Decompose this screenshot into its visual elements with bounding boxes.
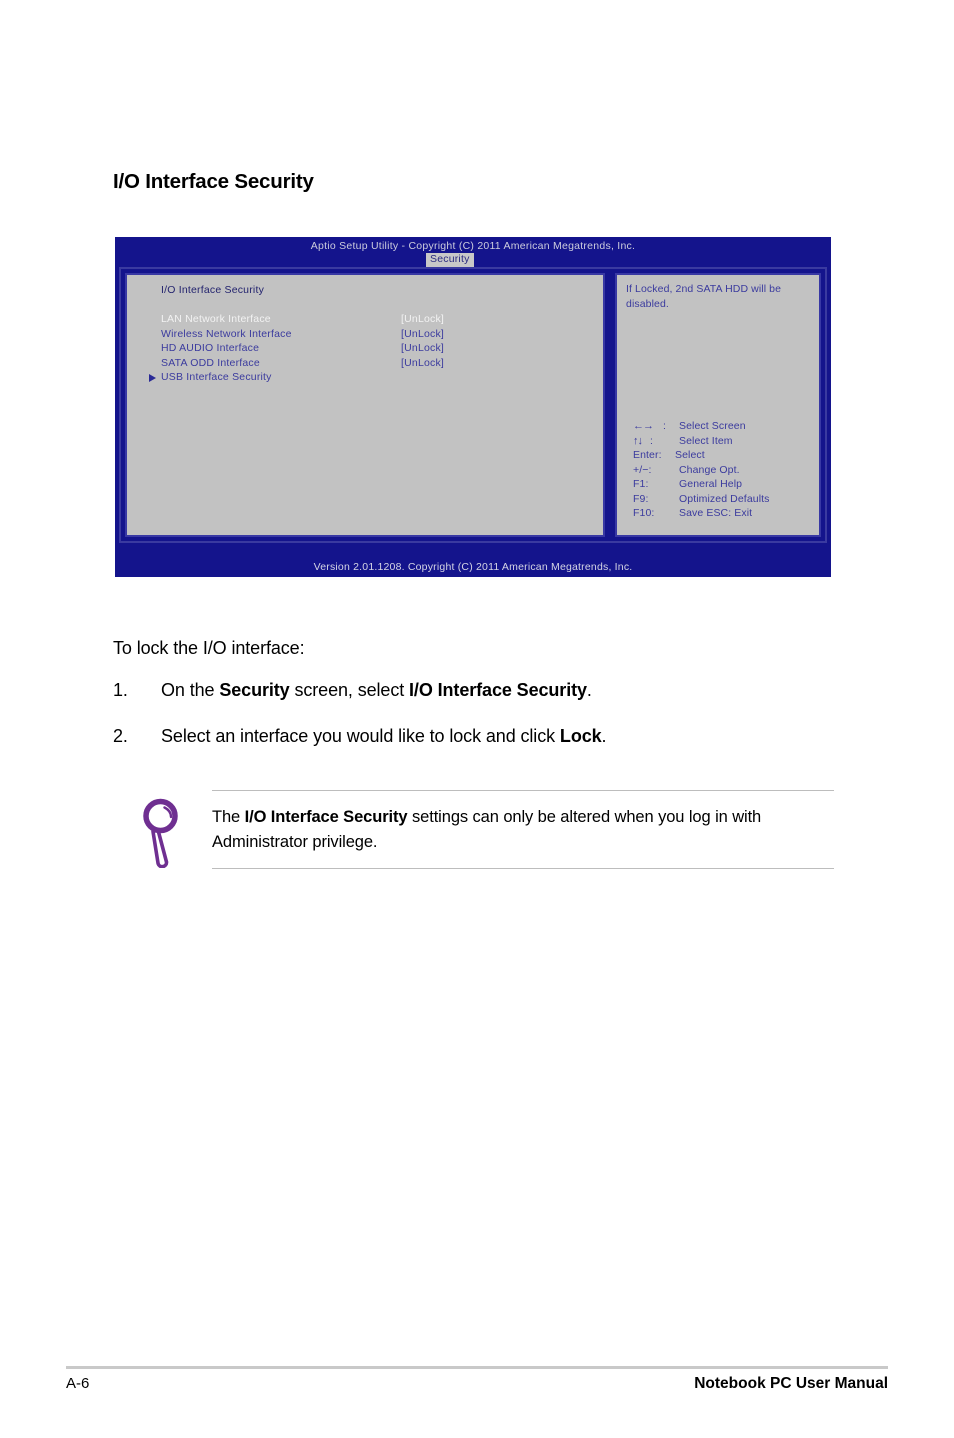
manual-page: I/O Interface Security Aptio Setup Utili… bbox=[0, 0, 954, 1438]
key-legend-desc: Optimized Defaults bbox=[679, 492, 770, 505]
bios-help-panel: If Locked, 2nd SATA HDD will be disabled… bbox=[615, 273, 821, 537]
bios-item-sata-odd-interface[interactable]: SATA ODD Interface [UnLock] bbox=[127, 357, 603, 372]
bios-item-wireless-network-interface[interactable]: Wireless Network Interface [UnLock] bbox=[127, 328, 603, 343]
note-body: The I/O Interface Security settings can … bbox=[212, 790, 834, 869]
step-item-2: 2. Select an interface you would like to… bbox=[113, 724, 833, 748]
step-text-mid: screen, select bbox=[289, 680, 410, 700]
step-number: 1. bbox=[113, 680, 128, 700]
step-text-pre: On the bbox=[161, 680, 220, 700]
bios-item-label: Wireless Network Interface bbox=[161, 327, 292, 340]
note-text-bold: I/O Interface Security bbox=[244, 808, 408, 826]
step-number: 2. bbox=[113, 726, 128, 746]
bios-item-lan-network-interface[interactable]: LAN Network Interface [UnLock] bbox=[127, 313, 603, 328]
footer-page-number: A-6 bbox=[66, 1375, 90, 1392]
step-text-post: . bbox=[601, 726, 607, 746]
bios-settings-panel: I/O Interface Security LAN Network Inter… bbox=[125, 273, 605, 537]
key-legend-name: F10: bbox=[633, 507, 655, 519]
step-item-1: 1. On the Security screen, select I/O In… bbox=[113, 678, 833, 702]
bios-item-value: [UnLock] bbox=[401, 327, 445, 340]
footer-manual-title: Notebook PC User Manual bbox=[694, 1375, 888, 1392]
intro-line: To lock the I/O interface: bbox=[113, 638, 305, 658]
key-legend-desc: Save ESC: Exit bbox=[679, 507, 753, 519]
bios-tab-security[interactable]: Security bbox=[426, 253, 474, 267]
bios-item-label: USB Interface Security bbox=[161, 371, 272, 384]
bios-title-bar: Aptio Setup Utility - Copyright (C) 2011… bbox=[115, 237, 831, 267]
footer-divider bbox=[66, 1366, 888, 1369]
submenu-arrow-icon bbox=[149, 373, 156, 382]
bios-setup-screenshot: Aptio Setup Utility - Copyright (C) 2011… bbox=[115, 237, 831, 577]
bios-version-bar: Version 2.01.1208. Copyright (C) 2011 Am… bbox=[115, 557, 831, 577]
bios-item-list: LAN Network Interface [UnLock] Wireless … bbox=[127, 313, 603, 386]
bios-item-label: SATA ODD Interface bbox=[161, 356, 260, 369]
bios-item-hd-audio-interface[interactable]: HD AUDIO Interface [UnLock] bbox=[127, 342, 603, 357]
key-separator: : bbox=[650, 434, 654, 447]
key-legend-desc: Select Screen bbox=[679, 420, 746, 432]
bios-item-label: HD AUDIO Interface bbox=[161, 342, 260, 355]
note-text: The I/O Interface Security settings can … bbox=[212, 805, 834, 855]
key-separator: : bbox=[663, 420, 667, 432]
steps-list: 1. On the Security screen, select I/O In… bbox=[113, 678, 833, 770]
bios-header-title: Aptio Setup Utility - Copyright (C) 2011… bbox=[310, 240, 636, 252]
bios-item-value: [UnLock] bbox=[401, 313, 445, 325]
bios-item-usb-interface-security[interactable]: USB Interface Security bbox=[127, 371, 603, 386]
key-legend-name: +/−: bbox=[633, 463, 652, 476]
key-legend-name: F1: bbox=[633, 478, 649, 490]
step-bold-2: I/O Interface Security bbox=[409, 680, 587, 700]
page-title: I/O Interface Security bbox=[113, 170, 314, 193]
step-text: On the Security screen, select I/O Inter… bbox=[161, 678, 833, 702]
bios-section-label: I/O Interface Security bbox=[161, 284, 265, 296]
key-legend-name: F9: bbox=[633, 492, 649, 505]
key-legend-desc: Select bbox=[675, 449, 705, 461]
key-legend-name: Enter: bbox=[633, 449, 662, 461]
bios-item-value: [UnLock] bbox=[401, 356, 445, 369]
step-bold-1: Lock bbox=[559, 726, 602, 746]
magnifier-icon bbox=[140, 796, 188, 869]
bios-help-text: If Locked, 2nd SATA HDD will be disabled… bbox=[626, 283, 782, 310]
key-legend-desc: Select Item bbox=[679, 434, 733, 447]
note-text-pre: The bbox=[212, 808, 245, 826]
step-text-post: . bbox=[586, 680, 592, 700]
step-text-pre: Select an interface you would like to lo… bbox=[161, 726, 560, 746]
left-right-arrow-icon: ←→ bbox=[633, 420, 654, 432]
bios-version-text: Version 2.01.1208. Copyright (C) 2011 Am… bbox=[313, 561, 633, 573]
key-legend-desc: Change Opt. bbox=[679, 463, 740, 476]
key-legend-desc: General Help bbox=[679, 478, 743, 490]
up-down-arrow-icon: ↑↓ bbox=[633, 434, 643, 447]
bios-item-label: LAN Network Interface bbox=[161, 313, 271, 325]
bios-item-value: [UnLock] bbox=[401, 342, 445, 355]
step-bold-1: Security bbox=[219, 680, 290, 700]
step-text: Select an interface you would like to lo… bbox=[161, 724, 833, 748]
note-callout: The I/O Interface Security settings can … bbox=[140, 790, 834, 874]
bios-body: I/O Interface Security LAN Network Inter… bbox=[119, 267, 827, 543]
